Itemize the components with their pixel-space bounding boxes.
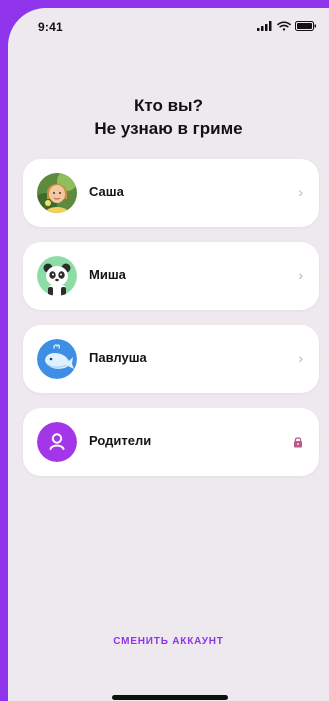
profile-card-parents[interactable]: Родители <box>23 408 319 476</box>
profile-card-sasha[interactable]: Саша › <box>23 159 319 227</box>
profile-name: Саша <box>89 184 124 199</box>
chevron-right-icon: › <box>298 184 303 200</box>
profile-card-pavlusha[interactable]: Павлуша › <box>23 325 319 393</box>
lock-icon <box>294 437 302 448</box>
profile-name: Родители <box>89 433 152 448</box>
child-photo-avatar <box>37 173 77 213</box>
parent-user-avatar <box>37 422 77 462</box>
signal-icon <box>257 21 272 31</box>
phone-screen: 9:41 Кто вы? Не узнаю в гриме Саша › Миш… <box>8 8 329 701</box>
chevron-right-icon: › <box>298 267 303 283</box>
panda-avatar <box>37 256 77 296</box>
status-time: 9:41 <box>38 20 63 34</box>
whale-avatar <box>37 339 77 379</box>
title-line-1: Кто вы? <box>134 96 203 115</box>
home-indicator[interactable] <box>112 695 228 700</box>
profile-name: Миша <box>89 267 126 282</box>
page-title: Кто вы? Не узнаю в гриме <box>8 94 329 140</box>
switch-account-button[interactable]: СМЕНИТЬ АККАУНТ <box>8 636 329 647</box>
chevron-right-icon: › <box>298 350 303 366</box>
title-line-2: Не узнаю в гриме <box>94 119 243 138</box>
wifi-icon <box>277 21 291 31</box>
status-icons <box>257 20 317 32</box>
profile-name: Павлуша <box>89 350 147 365</box>
status-bar: 9:41 <box>8 8 329 44</box>
profile-card-misha[interactable]: Миша › <box>23 242 319 310</box>
battery-icon <box>295 21 316 31</box>
